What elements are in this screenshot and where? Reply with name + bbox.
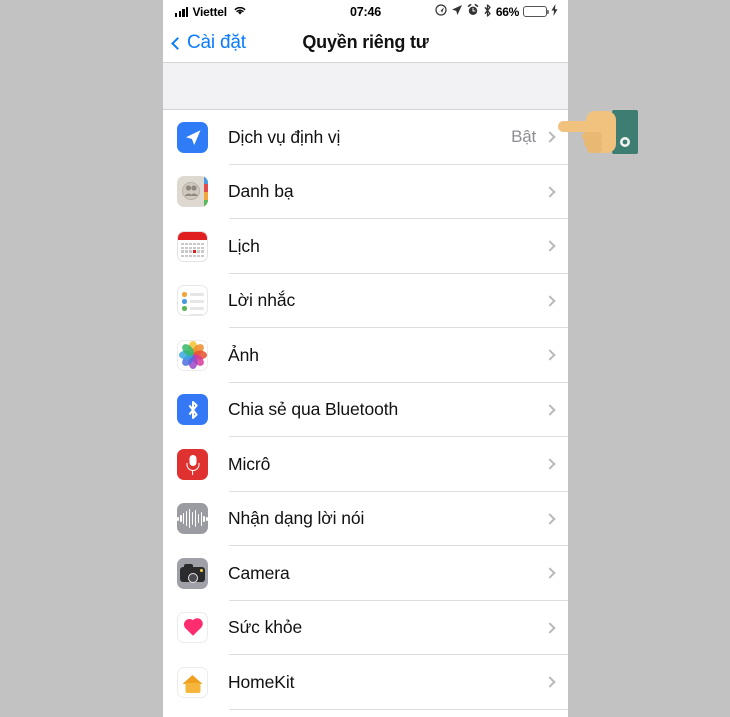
chevron-right-icon bbox=[544, 676, 556, 688]
chevron-right-icon bbox=[544, 240, 556, 252]
list-item-label: Lời nhắc bbox=[228, 290, 296, 311]
status-bar-right: 66% bbox=[435, 3, 558, 20]
list-item-microphone[interactable]: Micrô bbox=[163, 437, 568, 492]
reminders-icon bbox=[177, 285, 208, 317]
list-item-label: Nhận dạng lời nói bbox=[228, 508, 365, 529]
chevron-right-icon bbox=[544, 458, 556, 470]
privacy-settings-list: Dịch vụ định vị Bật Danh bạ Lịch Lời nhắc Ảnh… bbox=[163, 110, 568, 710]
back-button[interactable]: Cài đặt bbox=[171, 31, 246, 54]
pointing-hand-cursor bbox=[556, 104, 640, 162]
house-icon bbox=[177, 666, 208, 698]
list-item-speech-recognition[interactable]: Nhận dạng lời nói bbox=[163, 491, 568, 546]
list-item-label: HomeKit bbox=[228, 671, 295, 692]
location-services-icon bbox=[435, 4, 447, 19]
calendar-icon bbox=[177, 230, 208, 262]
chevron-right-icon bbox=[544, 131, 556, 143]
list-item-label: Camera bbox=[228, 562, 290, 583]
list-top-spacer bbox=[163, 63, 568, 110]
camera-icon bbox=[177, 557, 208, 589]
bluetooth-icon bbox=[177, 394, 208, 426]
list-item-location-services[interactable]: Dịch vụ định vị Bật bbox=[163, 110, 568, 165]
chevron-right-icon bbox=[544, 404, 556, 416]
contacts-icon bbox=[177, 176, 208, 208]
microphone-icon bbox=[177, 448, 208, 480]
location-arrow-icon bbox=[177, 121, 208, 153]
list-item-camera[interactable]: Camera bbox=[163, 546, 568, 601]
list-item-value: Bật bbox=[511, 127, 536, 147]
chevron-right-icon bbox=[544, 622, 556, 634]
list-item-label: Lịch bbox=[228, 235, 260, 256]
list-item-health[interactable]: Sức khỏe bbox=[163, 600, 568, 655]
back-button-label: Cài đặt bbox=[187, 31, 246, 53]
list-item-bluetooth-sharing[interactable]: Chia sẻ qua Bluetooth bbox=[163, 382, 568, 437]
heart-icon bbox=[177, 612, 208, 644]
battery-icon bbox=[523, 6, 550, 17]
list-item-contacts[interactable]: Danh bạ bbox=[163, 164, 568, 219]
lightning-bolt-icon bbox=[551, 4, 558, 19]
list-item-label: Ảnh bbox=[228, 344, 259, 365]
chevron-right-icon bbox=[544, 295, 556, 307]
wifi-icon bbox=[233, 5, 247, 19]
cellular-signal-icon bbox=[175, 7, 189, 17]
chevron-right-icon bbox=[544, 567, 556, 579]
phone-screen: Viettel 07:46 66% Cài đặt Quyền riêng tư… bbox=[163, 0, 568, 717]
list-item-photos[interactable]: Ảnh bbox=[163, 328, 568, 383]
list-item-label: Chia sẻ qua Bluetooth bbox=[228, 399, 399, 420]
list-item-label: Sức khỏe bbox=[228, 617, 303, 638]
bluetooth-icon bbox=[483, 3, 492, 20]
chevron-right-icon bbox=[544, 513, 556, 525]
carrier-label: Viettel bbox=[192, 4, 227, 19]
list-item-reminders[interactable]: Lời nhắc bbox=[163, 273, 568, 328]
list-item-calendar[interactable]: Lịch bbox=[163, 219, 568, 274]
list-item-homekit[interactable]: HomeKit bbox=[163, 655, 568, 710]
speech-waveform-icon bbox=[177, 503, 208, 535]
battery-percent-label: 66% bbox=[495, 4, 519, 19]
navigation-bar: Cài đặt Quyền riêng tư bbox=[163, 23, 568, 63]
chevron-left-icon bbox=[171, 36, 184, 50]
alarm-clock-icon bbox=[467, 3, 479, 19]
chevron-right-icon bbox=[544, 186, 556, 198]
status-bar-left: Viettel bbox=[175, 5, 247, 19]
photos-icon bbox=[177, 339, 208, 371]
list-item-label: Danh bạ bbox=[228, 181, 294, 202]
list-item-label: Dịch vụ định vị bbox=[228, 126, 341, 147]
navigation-arrow-icon bbox=[451, 4, 463, 19]
chevron-right-icon bbox=[544, 349, 556, 361]
list-item-label: Micrô bbox=[228, 453, 271, 474]
status-bar: Viettel 07:46 66% bbox=[163, 0, 568, 23]
